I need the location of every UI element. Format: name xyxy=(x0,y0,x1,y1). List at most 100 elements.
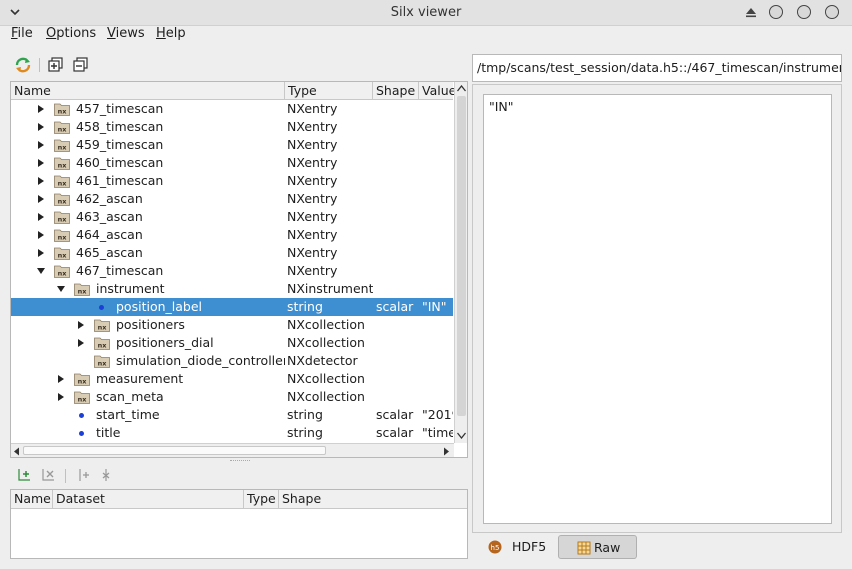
tree-row-value xyxy=(422,172,453,190)
tree-row-value xyxy=(422,118,453,136)
tree-row[interactable]: start_time string scalar "2019 xyxy=(11,406,453,424)
tree-row[interactable]: nx simulation_diode_controller NXdetector xyxy=(11,352,453,370)
data-viewer-panel: "IN" xyxy=(472,84,842,533)
tree-row[interactable]: nx 457_timescan NXentry xyxy=(11,100,453,118)
column-header-shape[interactable]: Shape xyxy=(279,490,467,509)
tree-row[interactable]: nx 463_ascan NXentry xyxy=(11,208,453,226)
menu-bar: File Options Views Help xyxy=(0,26,852,46)
tree-row[interactable]: nx positioners_dial NXcollection xyxy=(11,334,453,352)
collapsed-arrow-icon[interactable] xyxy=(36,104,46,114)
close-button[interactable] xyxy=(825,5,839,19)
tree-horizontal-scrollbar[interactable] xyxy=(11,443,454,457)
collapsed-arrow-icon[interactable] xyxy=(36,212,46,222)
collapsed-arrow-icon[interactable] xyxy=(36,194,46,204)
panel-splitter-handle[interactable] xyxy=(230,460,250,463)
tree-row[interactable]: nx 458_timescan NXentry xyxy=(11,118,453,136)
tree-row-shape xyxy=(376,334,420,352)
minimize-button[interactable] xyxy=(769,5,783,19)
shade-window-icon[interactable] xyxy=(745,6,757,18)
collapsed-arrow-icon[interactable] xyxy=(36,140,46,150)
title-bar: Silx viewer xyxy=(0,0,852,26)
collapsed-arrow-icon[interactable] xyxy=(36,122,46,132)
tree-row-value xyxy=(422,136,453,154)
tree-row-shape xyxy=(376,172,420,190)
tree-row[interactable]: nx 465_ascan NXentry xyxy=(11,244,453,262)
tree-horizontal-scroll-thumb[interactable] xyxy=(23,446,326,455)
expand-all-icon[interactable] xyxy=(45,54,67,76)
remove-column-icon[interactable] xyxy=(98,467,114,483)
collapsed-arrow-icon[interactable] xyxy=(36,230,46,240)
add-dataset-icon[interactable] xyxy=(16,467,32,483)
toolbar-separator xyxy=(65,469,66,483)
svg-text:nx: nx xyxy=(58,180,68,188)
tree-row-name: 459_timescan xyxy=(76,137,164,152)
collapsed-arrow-icon[interactable] xyxy=(56,392,66,402)
collapse-all-icon[interactable] xyxy=(70,54,92,76)
column-header-value[interactable]: Value xyxy=(419,82,459,100)
collapsed-arrow-icon[interactable] xyxy=(36,248,46,258)
svg-text:nx: nx xyxy=(58,234,68,242)
tree-row[interactable]: nx 459_timescan NXentry xyxy=(11,136,453,154)
tree-row[interactable]: nx 467_timescan NXentry xyxy=(11,262,453,280)
tree-row[interactable]: nx positioners NXcollection xyxy=(11,316,453,334)
maximize-button[interactable] xyxy=(797,5,811,19)
tree-row[interactable]: nx 462_ascan NXentry xyxy=(11,190,453,208)
svg-text:nx: nx xyxy=(78,288,88,296)
tab-hdf5[interactable]: h5 HDF5 xyxy=(480,535,556,559)
tree-vertical-scrollbar[interactable] xyxy=(454,82,467,443)
column-header-name[interactable]: Name xyxy=(11,82,285,100)
expanded-arrow-icon[interactable] xyxy=(56,284,66,294)
column-header-name[interactable]: Name xyxy=(11,490,53,509)
column-header-type[interactable]: Type xyxy=(285,82,373,100)
remove-dataset-icon[interactable] xyxy=(40,467,56,483)
collapsed-arrow-icon[interactable] xyxy=(56,374,66,384)
tree-row-name: 464_ascan xyxy=(76,227,143,242)
svg-text:nx: nx xyxy=(58,252,68,260)
scroll-right-arrow-icon[interactable] xyxy=(443,447,450,456)
column-header-type[interactable]: Type xyxy=(244,490,279,509)
tree-row-type: NXcollection xyxy=(287,371,365,386)
refresh-icon[interactable] xyxy=(12,54,34,76)
nx-group-folder-icon: nx xyxy=(54,193,70,206)
tree-row[interactable]: nx instrument NXinstrument xyxy=(11,280,453,298)
dataset-table[interactable]: Name Dataset Type Shape xyxy=(10,489,468,559)
tree-row-value: "2019 xyxy=(422,407,453,422)
collapsed-arrow-icon[interactable] xyxy=(36,158,46,168)
menu-help[interactable]: Help xyxy=(156,26,186,41)
tree-row[interactable]: nx 460_timescan NXentry xyxy=(11,154,453,172)
hdf5-tree-view[interactable]: Name Type Shape Value nx 457_timescan NXen… xyxy=(10,81,468,458)
raw-value-display[interactable]: "IN" xyxy=(483,94,832,524)
tree-row[interactable]: nx scan_meta NXcollection xyxy=(11,388,453,406)
tree-row[interactable]: position_label string scalar "IN" xyxy=(11,298,453,316)
tree-row-value xyxy=(422,190,453,208)
dataset-path-field[interactable]: /tmp/scans/test_session/data.h5::/467_ti… xyxy=(472,54,842,82)
scroll-up-arrow-icon[interactable] xyxy=(457,85,466,92)
tree-row-value xyxy=(422,244,453,262)
tree-row[interactable]: nx 464_ascan NXentry xyxy=(11,226,453,244)
dataset-dot-icon xyxy=(99,305,104,310)
tree-row[interactable]: title string scalar "time xyxy=(11,424,453,442)
svg-text:nx: nx xyxy=(58,108,68,116)
collapsed-arrow-icon[interactable] xyxy=(76,338,86,348)
column-header-dataset[interactable]: Dataset xyxy=(53,490,244,509)
tree-row-name: simulation_diode_controller xyxy=(116,353,285,368)
nx-group-folder-icon: nx xyxy=(54,175,70,188)
menu-options[interactable]: Options xyxy=(46,26,96,41)
tree-row[interactable]: nx 461_timescan NXentry xyxy=(11,172,453,190)
tab-raw[interactable]: Raw xyxy=(558,535,637,559)
expanded-arrow-icon[interactable] xyxy=(36,266,46,276)
menu-file[interactable]: File xyxy=(11,26,33,41)
tree-row-type: NXentry xyxy=(287,137,338,152)
column-header-shape[interactable]: Shape xyxy=(373,82,419,100)
scroll-down-arrow-icon[interactable] xyxy=(457,432,466,439)
collapsed-arrow-icon[interactable] xyxy=(76,320,86,330)
tree-row-type: NXdetector xyxy=(287,353,358,368)
scroll-left-arrow-icon[interactable] xyxy=(13,447,20,456)
add-column-icon[interactable] xyxy=(76,467,92,483)
collapsed-arrow-icon[interactable] xyxy=(36,176,46,186)
tree-row-value xyxy=(422,280,453,298)
tree-row[interactable]: nx measurement NXcollection xyxy=(11,370,453,388)
menu-views[interactable]: Views xyxy=(107,26,145,41)
tree-row-value xyxy=(422,334,453,352)
tree-vertical-scroll-thumb[interactable] xyxy=(457,96,466,416)
